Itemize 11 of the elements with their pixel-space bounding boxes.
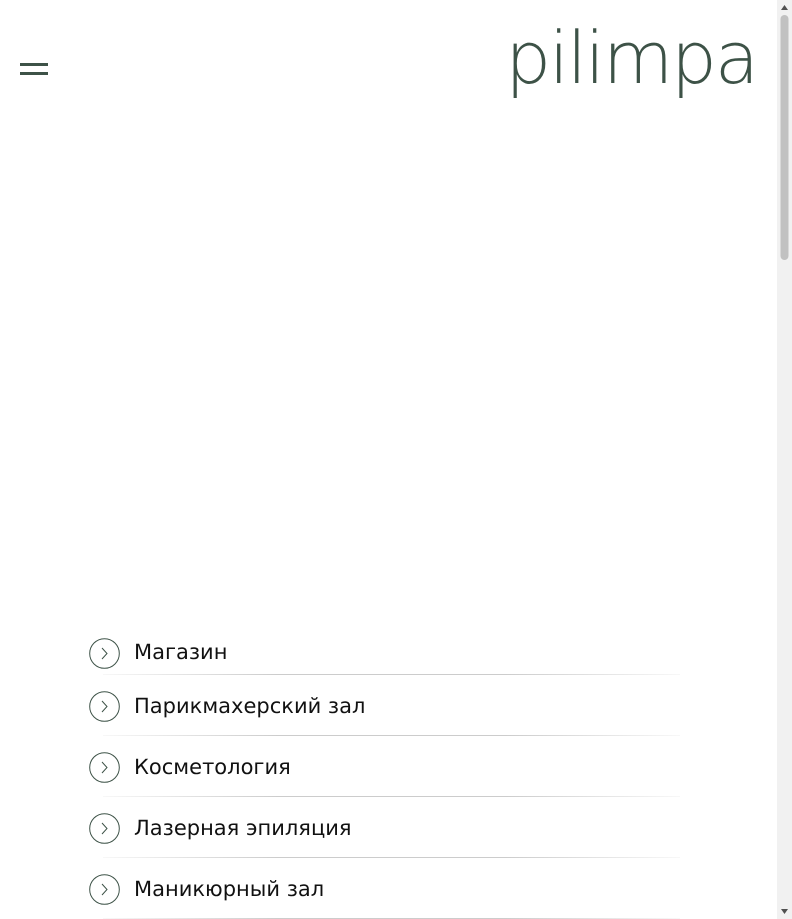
chevron-right-icon	[89, 691, 120, 722]
chevron-right-icon	[89, 813, 120, 844]
menu-item[interactable]: Лазерная эпиляция	[89, 797, 680, 858]
menu-item[interactable]: Магазин	[89, 629, 680, 675]
menu-item[interactable]: Косметология	[89, 736, 680, 797]
chevron-right-icon	[89, 874, 120, 905]
menu-item[interactable]: Маникюрный зал	[89, 858, 680, 919]
chevron-right-icon	[89, 638, 120, 668]
chevron-right-icon	[89, 752, 120, 783]
menu-item[interactable]: Парикмахерский зал	[89, 675, 680, 736]
menu-button[interactable]	[20, 63, 48, 75]
